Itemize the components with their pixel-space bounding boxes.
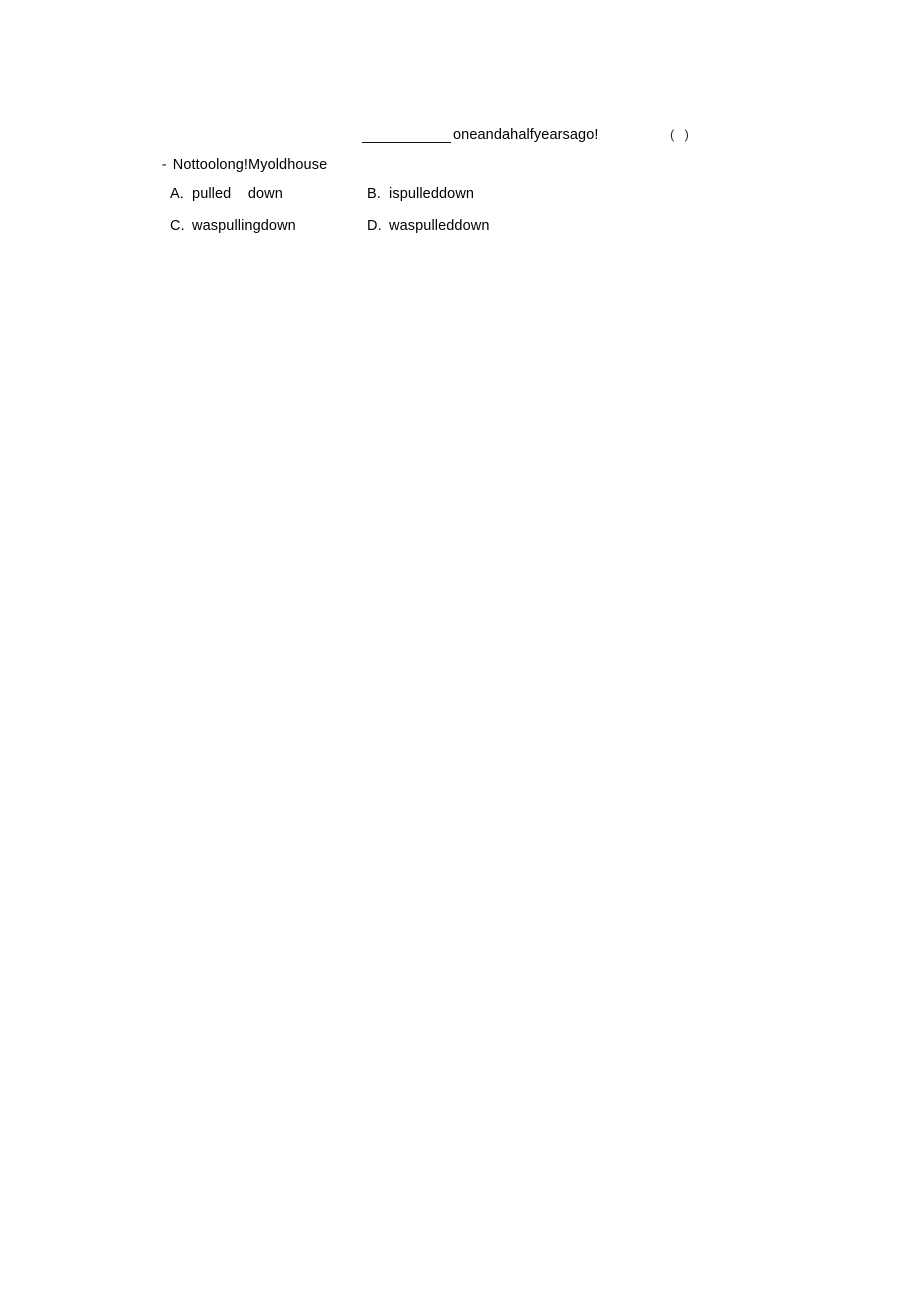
options-list: A. pulled down B. ispulleddown C. waspullin… bbox=[137, 155, 837, 234]
option-c-letter: C. bbox=[170, 218, 185, 234]
answer-bracket[interactable]: ( ) bbox=[670, 120, 690, 150]
option-c-text: waspullingdown bbox=[192, 218, 296, 234]
question-stem-line: - Nottoolong!Myoldhouse oneandahalfyearsa… bbox=[137, 120, 837, 173]
option-d-text: waspulleddown bbox=[389, 218, 490, 234]
stem-text-after-blank: oneandahalfyearsago! bbox=[453, 127, 599, 143]
option-c[interactable]: C. waspullingdown bbox=[137, 187, 296, 265]
question-block: - Nottoolong!Myoldhouse oneandahalfyearsa… bbox=[137, 120, 837, 173]
option-row: A. pulled down B. ispulleddown bbox=[137, 155, 837, 202]
fill-in-blank[interactable] bbox=[362, 120, 452, 150]
blank-underline bbox=[362, 141, 451, 143]
option-d[interactable]: D. waspulleddown bbox=[334, 187, 489, 265]
option-row: C. waspullingdown D. waspulleddown bbox=[137, 187, 837, 234]
option-d-letter: D. bbox=[367, 218, 382, 234]
document-page: - Nottoolong!Myoldhouse oneandahalfyearsa… bbox=[0, 0, 920, 1301]
